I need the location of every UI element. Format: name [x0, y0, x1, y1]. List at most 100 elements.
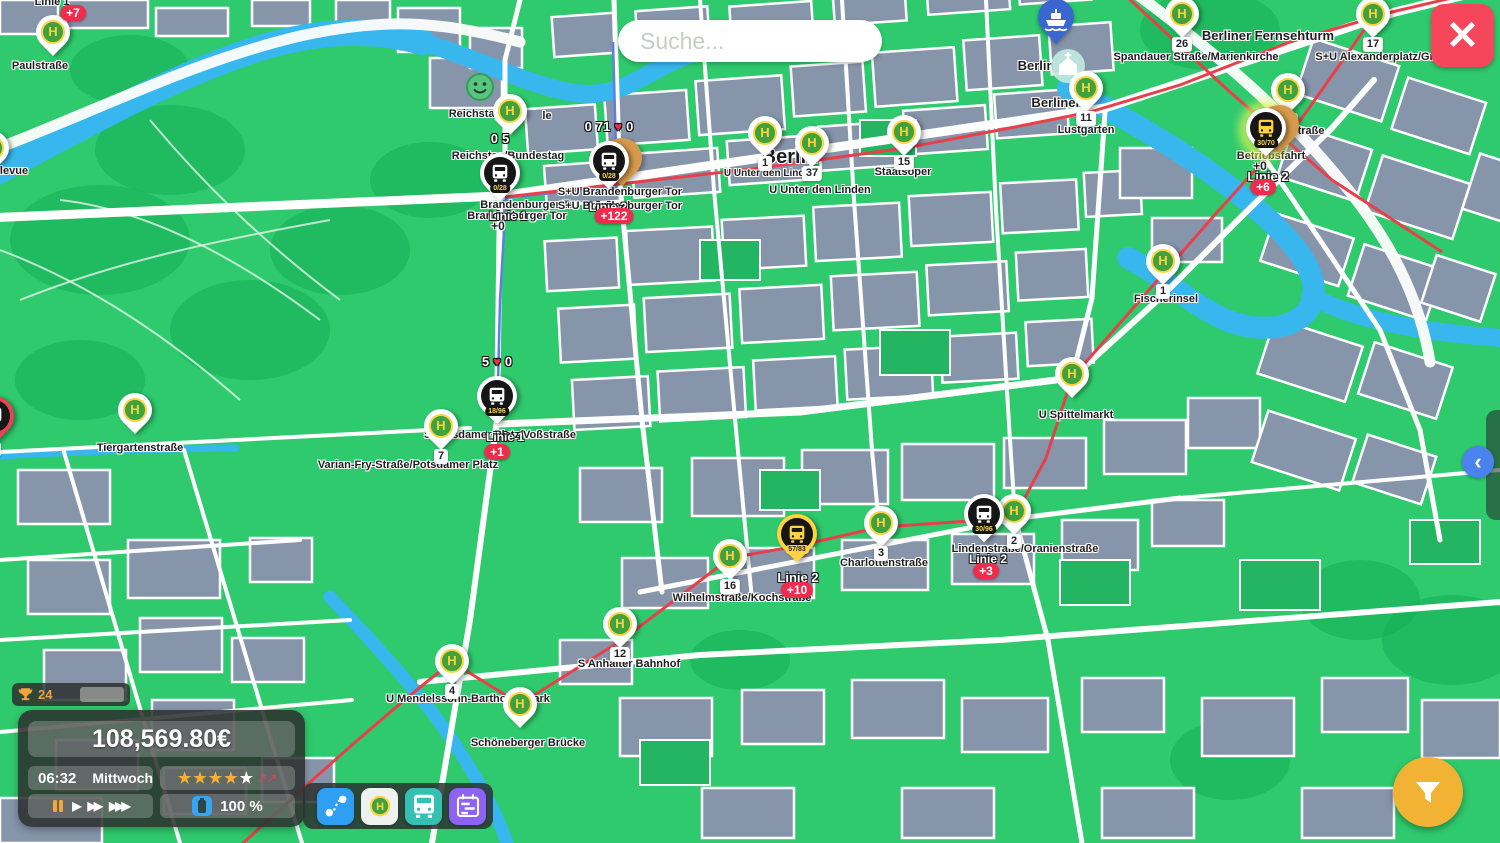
bus-pin[interactable]: 18/965♥0 [477, 376, 517, 416]
rating-trend-icon: ↗↗ [257, 771, 277, 785]
waiting-passengers-badge: +6 [1250, 179, 1276, 195]
toolbar-timetables-button[interactable] [449, 788, 486, 825]
street-label: levue [0, 165, 28, 177]
bus-pin[interactable]: 30/70 [1246, 108, 1286, 148]
bus-stop-pin[interactable]: H12 [603, 607, 637, 641]
bus-stop-pin[interactable]: H [503, 687, 537, 721]
fastest-forward-button[interactable]: ▶▶▶ [109, 800, 128, 812]
bus-capacity-label: 18/96 [485, 407, 509, 416]
stop-number-badge: 3 [874, 546, 888, 561]
play-button[interactable]: ▶ [72, 800, 78, 812]
money-value: 108,569.80€ [92, 725, 231, 753]
trophy-count: 24 [38, 687, 52, 702]
waiting-passengers-badge: +122 [594, 208, 633, 224]
bus-stop-pin[interactable]: H [118, 393, 152, 427]
day-value: Mittwoch [92, 770, 153, 786]
bus-pin[interactable]: 1 [0, 396, 14, 436]
bus-pin[interactable]: 0/2805 [480, 153, 520, 193]
star-filled-icon: ★ [224, 771, 237, 786]
bus-stop-pin[interactable]: H17 [1356, 0, 1390, 31]
trophy-icon [18, 687, 33, 702]
bus-stop-h-icon: H [508, 692, 532, 716]
bus-icon [409, 791, 439, 821]
ship-poi-pin[interactable] [1036, 0, 1076, 46]
bus-stop-pin[interactable]: H16 [713, 539, 747, 573]
toolbar-bus-stops-button[interactable]: H [361, 788, 398, 825]
street-label: S+U Brandenburger Tor [558, 186, 682, 198]
bus-stop-h-icon: H [1361, 2, 1385, 26]
stop-number-badge: 15 [894, 155, 914, 170]
bus-stop-pin[interactable]: H15 [887, 115, 921, 149]
heart-icon: ♥ [614, 119, 622, 134]
bus-passenger-counter: 071♥0 [583, 119, 636, 134]
bus-stop-pin[interactable]: H7 [424, 409, 458, 443]
street-label: Varian-Fry-Straße/Potsdamer Platz [318, 459, 498, 471]
bus-pin[interactable]: 30/96 [964, 494, 1004, 534]
time-value: 06:32 [38, 770, 76, 787]
bus-pin[interactable]: 0/28071♥0 [589, 141, 629, 181]
stop-number-badge: 12 [610, 647, 630, 662]
bus-capacity-label: 0/28 [490, 184, 510, 193]
bus-stop-h-icon: H [1151, 249, 1175, 273]
stop-number-badge: 4 [445, 684, 459, 699]
trophy-bar[interactable]: 24 [12, 683, 130, 706]
bus-capacity-label: 30/96 [972, 525, 996, 534]
game-map[interactable]: Linie 1PaulstraßelevueTiergartenstraßeRe… [0, 0, 1500, 843]
speed-controls: ▶▶▶▶▶▶ [28, 794, 153, 818]
bus-stop-pin[interactable]: H4 [435, 644, 469, 678]
bus-stop-pin[interactable]: H37 [795, 126, 829, 160]
bus-stop-h-icon: H [753, 121, 777, 145]
fuel-icon [192, 796, 212, 816]
toolbar-buses-button[interactable] [405, 788, 442, 825]
stop-number-badge: 2 [1007, 534, 1021, 549]
street-label: le [542, 110, 551, 122]
bus-pin[interactable]: 57/83 [777, 514, 817, 554]
fast-forward-button[interactable]: ▶▶ [88, 800, 100, 812]
waiting-passengers-badge: +10 [781, 582, 813, 598]
waiting-passengers-badge: +3 [973, 563, 999, 579]
happiness-icon [465, 72, 495, 102]
bus-stop-h-icon: H [429, 414, 453, 438]
bus-stop-pin[interactable]: H [493, 94, 527, 128]
close-icon: ✕ [1446, 14, 1480, 58]
zero-passengers-badge: +0 [491, 219, 505, 233]
bus-capacity-label: 0/28 [599, 172, 619, 181]
star-filled-icon: ★ [193, 771, 206, 786]
fuel-value: 100 % [220, 798, 263, 815]
stop-number-badge: 11 [1076, 111, 1096, 126]
bus-stop-h-icon: H [1074, 76, 1098, 100]
bus-stop-pin[interactable]: H3 [864, 506, 898, 540]
rating-display: ★★★★★↗↗ [160, 766, 295, 790]
close-button[interactable]: ✕ [1431, 4, 1494, 67]
bus-stop-h-icon: H [608, 612, 632, 636]
street-label: Schöneberger Brücke [471, 737, 585, 749]
route-label: Linie 1 [486, 430, 524, 444]
bus-stop-pin[interactable]: H [0, 131, 9, 165]
bus-stop-h-icon: H [41, 20, 65, 44]
bus-stop-pin[interactable]: H26 [1165, 0, 1199, 31]
money-display[interactable]: 108,569.80€ [28, 721, 295, 757]
toolbar-routes-button[interactable] [317, 788, 354, 825]
chevron-left-icon: ‹ [1474, 449, 1481, 474]
bus-stop-pin[interactable]: H1 [748, 116, 782, 150]
bus-stop-pin[interactable]: H1 [1146, 244, 1180, 278]
street-label: Paulstraße [12, 60, 68, 72]
bus-stop-h-icon: H [869, 511, 893, 535]
status-panel: 108,569.80€ 06:32 Mittwoch ★★★★★↗↗ ▶▶▶▶▶… [18, 710, 305, 827]
bus-stop-h-icon: H [1170, 2, 1194, 26]
bus-stop-h-icon: H [1060, 362, 1084, 386]
search-input[interactable] [618, 28, 882, 55]
bus-stop-h-icon: H [440, 649, 464, 673]
panel-collapse-button[interactable]: ‹ [1462, 446, 1494, 478]
bus-stop-h-icon: H [1002, 499, 1026, 523]
street-label: Spandauer Straße/Marienkirche [1113, 51, 1278, 63]
bus-stop-pin[interactable]: H11 [1069, 71, 1103, 105]
filter-button[interactable] [1393, 757, 1463, 827]
clock-display: 06:32 Mittwoch [28, 766, 153, 790]
bus-stop-pin[interactable]: H [1055, 357, 1089, 391]
street-label: Berlin [1018, 58, 1055, 73]
stop-number-badge: 37 [802, 166, 822, 181]
pause-button[interactable] [53, 800, 63, 812]
timetable-icon [453, 791, 483, 821]
stop-number-badge: 7 [434, 449, 448, 464]
